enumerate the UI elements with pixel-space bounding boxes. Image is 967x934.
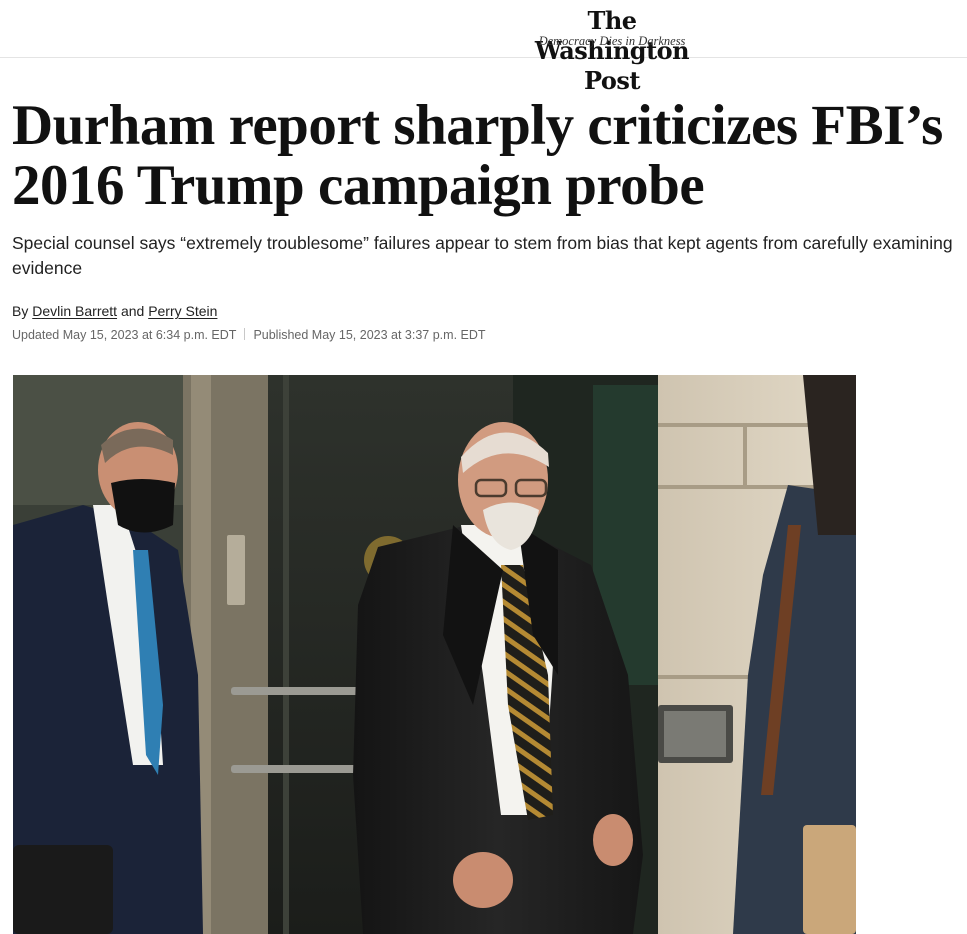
masthead: The Washington Post Democracy Dies in Da… <box>0 0 967 95</box>
article-subheadline: Special counsel says “extremely troubles… <box>12 233 953 278</box>
lead-photo-illustration <box>13 375 856 934</box>
byline: By Devlin Barrett and Perry Stein <box>12 302 217 320</box>
author-link-perry-stein[interactable]: Perry Stein <box>148 303 217 319</box>
byline-conjunction: and <box>120 303 145 319</box>
washington-post-logo[interactable]: The Washington Post <box>516 6 708 96</box>
updated-timestamp: Updated May 15, 2023 at 6:34 p.m. EDT <box>12 328 237 342</box>
article-headline: Durham report sharply criticizes FBI’s 2… <box>12 94 943 217</box>
masthead-tagline: Democracy Dies in Darkness <box>538 34 686 48</box>
lead-photo[interactable] <box>13 375 856 934</box>
author-link-devlin-barrett[interactable]: Devlin Barrett <box>32 303 117 319</box>
published-timestamp: Published May 15, 2023 at 3:37 p.m. EDT <box>253 328 486 342</box>
dateline-divider <box>244 328 246 340</box>
dateline: Updated May 15, 2023 at 6:34 p.m. EDT Pub… <box>12 327 486 343</box>
byline-prefix: By <box>12 303 29 319</box>
